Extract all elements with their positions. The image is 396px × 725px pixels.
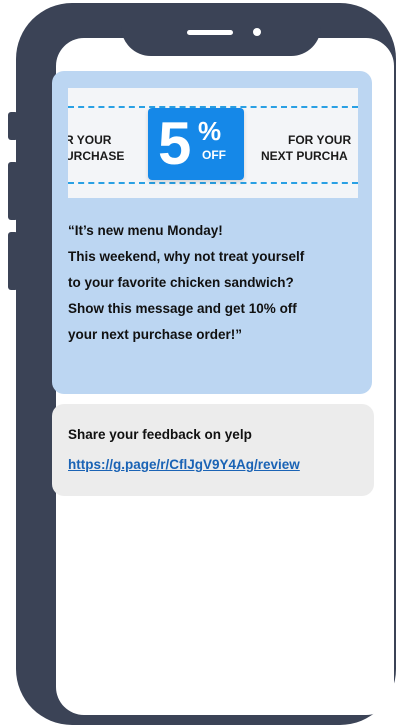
discount-number: 5: [158, 110, 192, 177]
coupon-image: R YOUR URCHASE 5 % OFF FOR YOUR NEXT PUR…: [68, 88, 358, 198]
coupon-left-text-1: R YOUR: [68, 133, 112, 147]
discount-percent: %: [198, 116, 222, 146]
message-line: Show this message and get 10% off: [68, 301, 297, 316]
coupon-right-text-1: FOR YOUR: [288, 133, 352, 147]
message-line: This weekend, why not treat yourself: [68, 249, 305, 264]
feedback-link[interactable]: https://g.page/r/CflJgV9Y4Ag/review: [68, 457, 300, 473]
side-button-top: [8, 112, 18, 140]
discount-badge: 5 % OFF: [148, 108, 244, 180]
coupon-left-text-2: URCHASE: [68, 149, 125, 163]
discount-off-label: OFF: [202, 148, 226, 162]
side-button-middle: [8, 162, 18, 220]
coupon-dashed-line-bottom: [68, 182, 358, 184]
feedback-bubble: [52, 404, 374, 496]
speaker-icon: [187, 30, 233, 35]
message-line: “It’s new menu Monday!: [68, 223, 223, 238]
feedback-text: Share your feedback on yelp: [68, 427, 252, 442]
message-line: your next purchase order!”: [68, 327, 243, 342]
coupon-right-text-2: NEXT PURCHA: [261, 149, 348, 163]
side-button-bottom: [8, 232, 18, 290]
message-line: to your favorite chicken sandwich?: [68, 275, 294, 290]
message-text: “It’s new menu Monday! This weekend, why…: [68, 218, 368, 348]
camera-icon: [253, 28, 261, 36]
